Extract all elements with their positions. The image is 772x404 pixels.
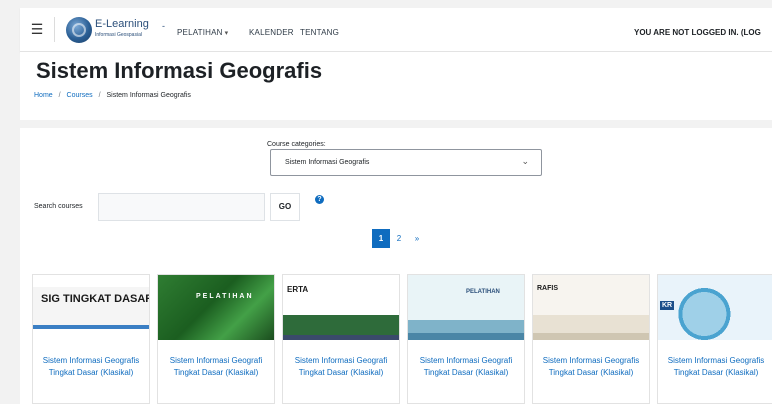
course-title-link[interactable]: Sistem Informasi Geografi Tingkat Dasar …: [164, 355, 268, 379]
course-listing: Course categories: Sistem Informasi Geog…: [20, 128, 772, 404]
course-thumbnail[interactable]: SIG TINGKAT DASAR: [33, 275, 149, 340]
page-1-button[interactable]: 1: [372, 229, 390, 248]
brand-separator: -: [162, 21, 165, 31]
course-card[interactable]: PELATIHAN Sistem Informasi Geografi Ting…: [407, 274, 525, 404]
next-page-button[interactable]: »: [408, 229, 426, 248]
search-courses-label: Search courses: [34, 203, 83, 210]
course-title-link[interactable]: Sistem Informasi Geografis Tingkat Dasar…: [664, 355, 768, 379]
thumbnail-text: SIG TINGKAT DASAR: [41, 293, 149, 305]
nav-link-label: KALENDER: [249, 28, 294, 37]
thumbnail-text: KR: [660, 301, 675, 310]
breadcrumb: Home / Courses / Sistem Informasi Geogra…: [34, 92, 191, 99]
navbar-divider: [54, 17, 55, 42]
nav-link-label: TENTANG: [300, 28, 340, 37]
brand-subtitle: Informasi Geospasial: [95, 32, 142, 38]
category-label: Course categories:: [267, 141, 326, 148]
thumbnail-text: ERTA: [287, 285, 309, 294]
course-thumbnail[interactable]: PELATIHAN: [158, 275, 274, 340]
brand-title[interactable]: E-Learning: [95, 18, 149, 30]
breadcrumb-home[interactable]: Home: [34, 92, 53, 99]
nav-link-tentang[interactable]: TENTANG: [300, 28, 339, 37]
course-title-link[interactable]: Sistem Informasi Geografi Tingkat Dasar …: [289, 355, 393, 379]
course-title-link[interactable]: Sistem Informasi Geografis Tingkat Dasar…: [539, 355, 643, 379]
login-status[interactable]: YOU ARE NOT LOGGED IN. (LOG: [634, 28, 761, 37]
page-2-button[interactable]: 2: [390, 229, 408, 248]
search-courses-input[interactable]: [98, 193, 265, 221]
thumbnail-text: RAFIS: [537, 285, 558, 292]
course-card[interactable]: RAFIS Sistem Informasi Geografis Tingkat…: [532, 274, 650, 404]
nav-link-kalender[interactable]: KALENDER: [249, 28, 294, 37]
course-card[interactable]: PELATIHAN Sistem Informasi Geografi Ting…: [157, 274, 275, 404]
nav-link-label: PELATIHAN: [177, 28, 223, 37]
pagination: 1 2 »: [372, 229, 426, 248]
top-navbar: ☰ E-Learning Informasi Geospasial - PELA…: [20, 8, 772, 52]
breadcrumb-current: Sistem Informasi Geografis: [106, 92, 191, 99]
help-icon[interactable]: ?: [315, 195, 324, 204]
nav-link-pelatihan[interactable]: PELATIHAN ▾: [177, 28, 228, 37]
thumbnail-text: PELATIHAN: [466, 289, 500, 295]
course-thumbnail[interactable]: RAFIS: [533, 275, 649, 340]
hamburger-menu-icon[interactable]: ☰: [26, 18, 48, 40]
page-header: Sistem Informasi Geografis Home / Course…: [20, 52, 772, 120]
page-title: Sistem Informasi Geografis: [36, 58, 323, 83]
caret-down-icon: ▾: [224, 30, 229, 37]
course-title-link[interactable]: Sistem Informasi Geografi Tingkat Dasar …: [414, 355, 518, 379]
course-thumbnail[interactable]: PELATIHAN: [408, 275, 524, 340]
chevron-down-icon: ⌄: [521, 156, 529, 166]
category-select[interactable]: Sistem Informasi Geografis ⌄: [270, 149, 542, 176]
breadcrumb-courses[interactable]: Courses: [67, 92, 93, 99]
course-card[interactable]: KR Sistem Informasi Geografis Tingkat Da…: [657, 274, 772, 404]
thumbnail-text: PELATIHAN: [196, 293, 254, 300]
breadcrumb-separator: /: [98, 92, 101, 99]
course-title-link[interactable]: Sistem Informasi Geografis Tingkat Dasar…: [39, 355, 143, 379]
site-logo[interactable]: [66, 17, 92, 43]
course-thumbnail[interactable]: ERTA: [283, 275, 399, 340]
course-card[interactable]: SIG TINGKAT DASAR Sistem Informasi Geogr…: [32, 274, 150, 404]
go-button[interactable]: GO: [270, 193, 300, 221]
course-thumbnail[interactable]: KR: [658, 275, 772, 340]
breadcrumb-separator: /: [58, 92, 61, 99]
category-selected-value: Sistem Informasi Geografis: [285, 159, 370, 166]
course-card[interactable]: ERTA Sistem Informasi Geografi Tingkat D…: [282, 274, 400, 404]
